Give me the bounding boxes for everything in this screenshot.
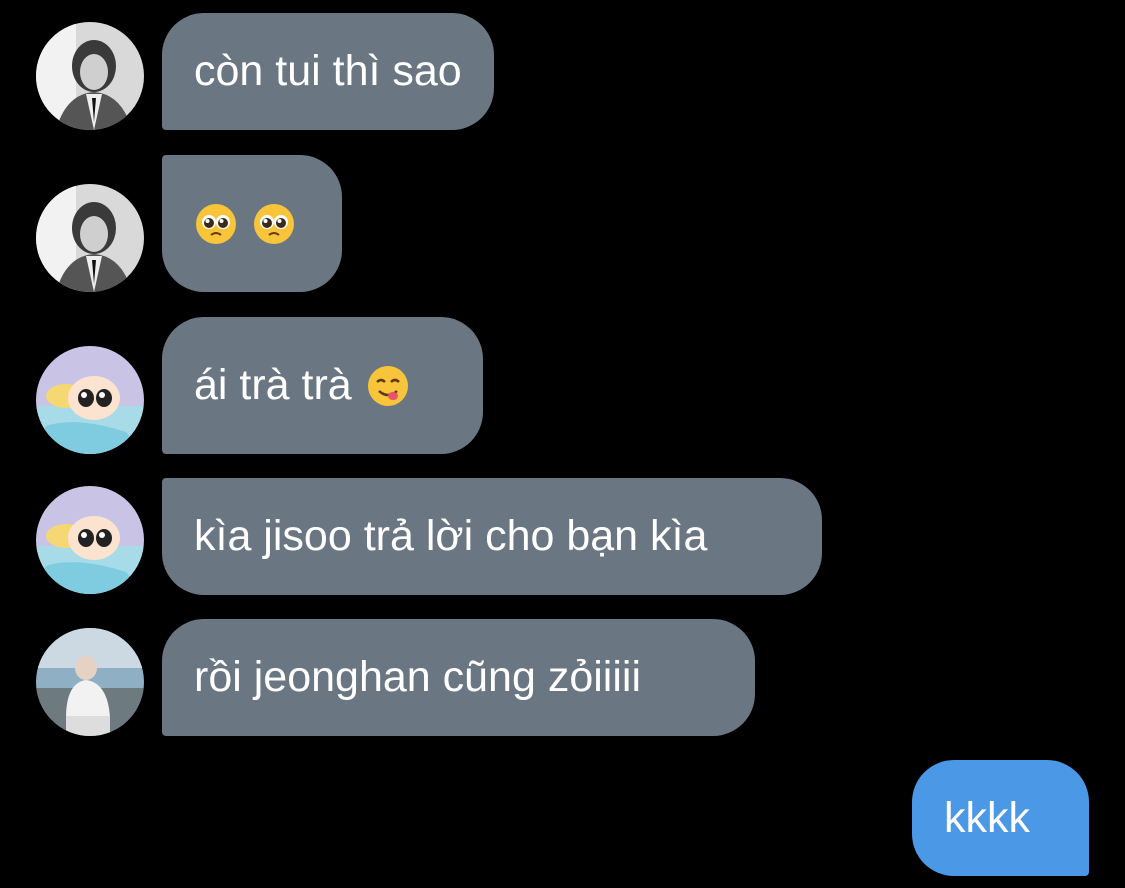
avatar-photo-color [36,628,144,736]
avatar-photo-bw [36,184,144,292]
message-text: còn tui thì sao [194,47,462,95]
avatar-cartoon [36,346,144,454]
message-text: kìa jisoo trả lời cho bạn kìa [194,512,708,560]
outgoing-message-bubble[interactable]: kkkk [912,760,1089,876]
avatar-user-c[interactable] [36,628,144,736]
avatar-cartoon [36,486,144,594]
face-savoring-food-icon [367,365,408,406]
message-bubble[interactable]: còn tui thì sao [162,13,494,130]
avatar-user-b[interactable] [36,346,144,454]
message-text: rồi jeonghan cũng zỏiiiii [194,653,642,701]
message-bubble[interactable]: ái trà trà [162,317,483,454]
emoji-group [194,202,296,246]
avatar-user-a[interactable] [36,22,144,130]
pleading-face-icon [196,203,236,244]
avatar-user-b[interactable] [36,486,144,594]
avatar-user-a[interactable] [36,184,144,292]
chat-thread[interactable]: còn tui thì sao ái trà trà kìa jisoo trả… [0,0,1125,888]
message-bubble[interactable]: rồi jeonghan cũng zỏiiiii [162,619,755,736]
message-bubble[interactable] [162,155,342,292]
pleading-face-icon [254,203,294,244]
message-bubble[interactable]: kìa jisoo trả lời cho bạn kìa [162,478,822,595]
message-text: kkkk [944,793,1030,842]
avatar-photo-bw [36,22,144,130]
message-text: ái trà trà [194,361,352,409]
